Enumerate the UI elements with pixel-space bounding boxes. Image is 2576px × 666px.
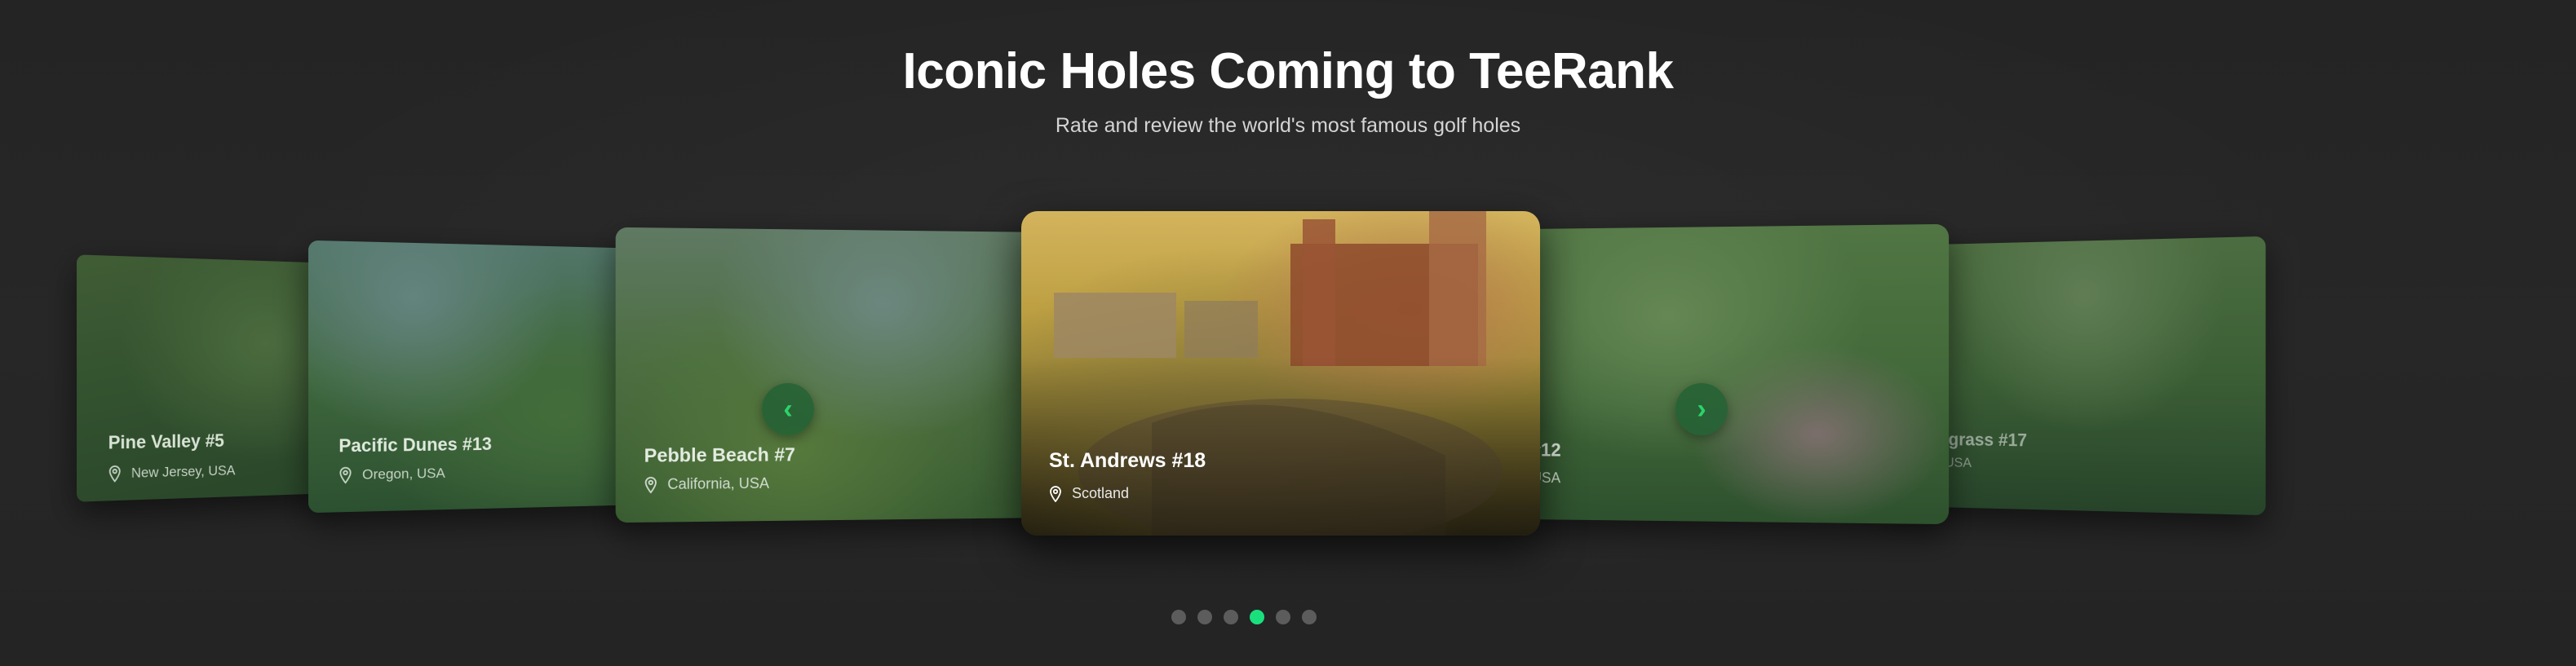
- card-location: California, USA: [644, 475, 769, 494]
- location-pin-icon: [108, 465, 122, 483]
- carousel-prev-button[interactable]: ‹: [762, 383, 814, 435]
- card-title: Pacific Dunes #13: [339, 433, 492, 456]
- section-title: Iconic Holes Coming to TeeRank: [902, 43, 1674, 99]
- chevron-right-icon: ›: [1697, 394, 1706, 425]
- pagination-dot[interactable]: [1250, 610, 1264, 624]
- pagination-dot[interactable]: [1197, 610, 1212, 624]
- carousel-card-augusta[interactable]: a #12 a, USA: [1521, 223, 1950, 525]
- card-location-text: Scotland: [1072, 485, 1130, 501]
- pagination-dot[interactable]: [1302, 610, 1317, 624]
- section-subtitle: Rate and review the world's most famous …: [1055, 114, 1521, 137]
- chevron-left-icon: ‹: [783, 394, 793, 425]
- card-location-text: Oregon, USA: [362, 465, 445, 483]
- carousel-card-st-andrews[interactable]: St. Andrews #18 Scotland: [1021, 211, 1540, 536]
- card-title: Pebble Beach #7: [644, 443, 795, 466]
- location-pin-icon: [1050, 485, 1061, 502]
- carousel-card-pebble-beach[interactable]: Pebble Beach #7 California, USA: [615, 227, 1054, 523]
- card-location-text: California, USA: [667, 474, 770, 492]
- pagination-dot[interactable]: [1171, 610, 1186, 624]
- location-pin-icon: [339, 467, 352, 484]
- carousel-card-pacific-dunes[interactable]: Pacific Dunes #13 Oregon, USA: [308, 240, 644, 514]
- card-location-text: New Jersey, USA: [131, 462, 236, 481]
- card-title: Pine Valley #5: [108, 430, 224, 453]
- card-title: St. Andrews #18: [1049, 449, 1206, 472]
- pagination-dot[interactable]: [1276, 610, 1290, 624]
- carousel-pagination: [1171, 610, 1317, 624]
- card-location: Scotland: [1049, 485, 1129, 502]
- pagination-dot[interactable]: [1224, 610, 1238, 624]
- location-pin-icon: [644, 476, 657, 492]
- carousel-next-button[interactable]: ›: [1675, 383, 1728, 435]
- card-location: Oregon, USA: [339, 465, 445, 484]
- carousel-card-pine-valley[interactable]: Pine Valley #5 New Jersey, USA: [77, 254, 341, 502]
